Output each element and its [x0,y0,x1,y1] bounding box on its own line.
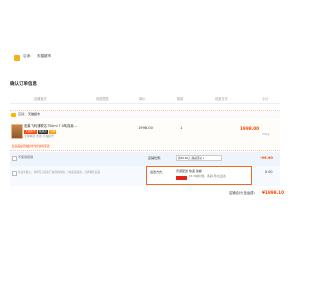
shop-row [10,111,280,119]
column-header-attributes: 商品属性 [96,97,109,101]
item-weight: 3.0kg [262,133,270,136]
shop-label: 店铺： [18,112,28,116]
column-header-subtotal: 小计 [262,97,269,101]
confirm-order-title: 确认订单信息 [10,82,37,87]
column-header-price: 单价 [139,97,146,101]
store-total-amount: ¥1898.10 [262,190,284,195]
store-promo-label: 店铺优惠： [148,156,164,160]
delivery-note: 此商品由天猫超市为您提供配送 [12,144,50,148]
store-total-label: 店铺合计(含运费) [229,191,255,195]
shipping-method-option[interactable]: 普通配送 快递 免邮 [176,170,202,173]
store-label: 店铺： [23,54,34,58]
message-checkbox[interactable] [12,171,17,176]
product-title-link[interactable]: 雀巢飞利浦联名750ml 7.0吨真素… [24,124,77,128]
unit-price: 1998.00 [138,126,153,130]
quantity: 1 [180,126,183,130]
no-promo-checkbox[interactable] [12,156,17,161]
column-header-qty: 数量 [177,97,184,101]
promo-discount-amount: -99.90 [260,156,273,160]
column-header-discount: 优惠方式 [215,97,228,101]
product-thumbnail[interactable] [11,124,23,139]
divider [10,150,280,151]
tmall-express-icon [176,176,187,180]
seller-message-label: 给商家留言：请填写与商家已协商的内容，1位是运营商，大牌预售商品 [18,171,101,174]
product-subtitle: 全球精选 雀巢 天猫超市 [24,134,54,138]
shop-icon [11,113,16,117]
shipping-fee: 0.00 [265,170,273,174]
no-promo-label: 不使用促销 [18,155,34,159]
store-name-link[interactable]: 天猫超市 [37,54,51,59]
store-promo-select[interactable]: 省99.90元:满减活动 ∨ [176,155,222,161]
shipping-method-label: 运送方式： [150,170,166,174]
store-icon [14,55,20,61]
coupon-row [10,152,280,166]
delivery-promise: 15:30前付款，承诺1月2日送达 [189,175,226,178]
column-header-store-item: 店铺宝贝 [34,97,47,101]
item-subtotal: 1998.00 [240,126,260,131]
shop-name-link[interactable]: 天猫超市 [28,113,40,116]
